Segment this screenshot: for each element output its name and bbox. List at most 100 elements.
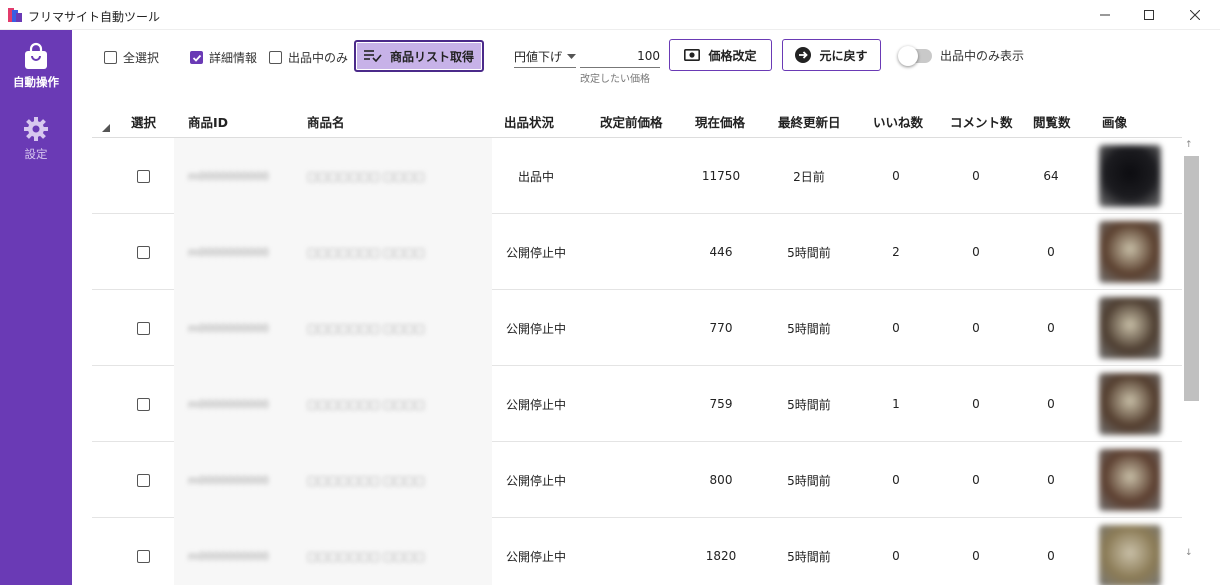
product-thumbnail[interactable] (1099, 221, 1161, 283)
checkbox-box (104, 51, 117, 64)
sidebar: 自動操作 設定 (0, 30, 72, 585)
likes-cell: 2 (892, 245, 900, 259)
current-price-cell: 759 (709, 397, 733, 411)
row-select-checkbox[interactable] (129, 290, 157, 366)
item-id-cell: m0000000000 (188, 473, 269, 487)
current-price-cell: 11750 (701, 169, 741, 183)
button-label: 元に戻す (819, 48, 868, 63)
item-name-cell: □□□□□□□ □□□□ (307, 549, 425, 563)
before-price-cell (582, 214, 680, 290)
maximize-icon (1144, 10, 1154, 20)
revise-price-button[interactable]: 価格改定 (669, 39, 772, 71)
status-cell: 公開停止中 (505, 549, 566, 564)
comments-cell: 0 (972, 321, 980, 335)
checkbox-box (136, 321, 150, 335)
last-updated-cell: 5時間前 (787, 397, 831, 412)
scrollbar-thumb[interactable] (1184, 156, 1199, 401)
listed-only-checkbox[interactable]: 出品中のみ (269, 49, 348, 66)
sidebar-item-settings[interactable]: 設定 (0, 116, 72, 162)
views-cell: 0 (1047, 245, 1055, 259)
likes-cell: 0 (892, 321, 900, 335)
last-updated-cell: 2日前 (793, 169, 825, 184)
table-row[interactable]: m0000000000 □□□□□□□ □□□□ 公開停止中 1820 5時間前 0 0 0 (92, 518, 1182, 585)
scroll-down-arrow-icon[interactable]: ↓ (1185, 548, 1193, 558)
image-cell (1090, 366, 1170, 442)
table-row[interactable]: m0000000000 □□□□□□□ □□□□ 公開停止中 800 5時間前 0 0 0 (92, 442, 1182, 518)
table-row[interactable]: m0000000000 □□□□□□□ □□□□ 公開停止中 759 5時間前 1 0 0 (92, 366, 1182, 442)
column-header-status[interactable]: 出品状況 (504, 112, 554, 131)
window-title: フリマサイト自動ツール (28, 10, 161, 24)
column-header-last-updated[interactable]: 最終更新日 (778, 112, 841, 131)
toggle-knob (898, 45, 918, 66)
sidebar-item-auto-operation[interactable]: 自動操作 (0, 42, 72, 90)
product-thumbnail[interactable] (1099, 145, 1161, 207)
sidebar-item-label: 設定 (24, 147, 48, 161)
row-select-checkbox[interactable] (129, 138, 157, 214)
price-input[interactable]: 100 (580, 46, 660, 68)
likes-cell: 0 (892, 473, 900, 487)
comments-cell: 0 (972, 397, 980, 411)
app-logo-icon (8, 8, 22, 22)
check-icon (192, 54, 201, 62)
toggle-track (898, 45, 932, 66)
before-price-cell (582, 366, 680, 442)
image-cell (1090, 442, 1170, 518)
status-cell: 公開停止中 (505, 321, 566, 336)
list-check-icon (363, 50, 382, 62)
row-select-checkbox[interactable] (129, 214, 157, 290)
item-id-cell: m0000000000 (188, 245, 269, 259)
before-price-cell (582, 442, 680, 518)
title-bar: フリマサイト自動ツール (0, 0, 1220, 30)
table-row[interactable]: m0000000000 □□□□□□□ □□□□ 出品中 11750 2日前 0 0 64 (92, 138, 1182, 214)
table-scrollbar[interactable]: ↑ ↓ (1182, 138, 1200, 568)
checkbox-box (136, 549, 150, 563)
column-header-views[interactable]: 閲覧数 (1033, 112, 1071, 131)
column-header-image[interactable]: 画像 (1102, 112, 1127, 131)
checkbox-box (136, 169, 150, 183)
column-header-item-id[interactable]: 商品ID (188, 112, 228, 131)
details-checkbox[interactable]: 詳細情報 (190, 49, 257, 66)
last-updated-cell: 5時間前 (787, 321, 831, 336)
views-cell: 0 (1047, 549, 1055, 563)
product-thumbnail[interactable] (1099, 525, 1161, 585)
show-listed-only-toggle[interactable]: 出品中のみ表示 (898, 45, 1024, 66)
column-header-item-name[interactable]: 商品名 (307, 112, 345, 131)
sort-indicator-icon[interactable] (102, 124, 110, 132)
product-thumbnail[interactable] (1099, 297, 1161, 359)
column-header-likes[interactable]: いいね数 (873, 112, 923, 131)
scroll-up-arrow-icon[interactable]: ↑ (1185, 140, 1193, 150)
views-cell: 64 (1043, 169, 1059, 183)
get-item-list-button[interactable]: 商品リスト取得 (354, 40, 484, 72)
checkbox-box (136, 245, 150, 259)
button-label: 価格改定 (708, 48, 757, 63)
maximize-button[interactable] (1126, 0, 1172, 30)
close-button[interactable] (1172, 0, 1218, 30)
price-mode-select[interactable]: 円値下げ (514, 46, 576, 68)
before-price-cell (582, 290, 680, 366)
row-select-checkbox[interactable] (129, 366, 157, 442)
row-select-checkbox[interactable] (129, 518, 157, 585)
select-all-checkbox[interactable]: 全選択 (104, 49, 159, 66)
column-header-before-price[interactable]: 改定前価格 (600, 112, 663, 131)
dropdown-arrow-icon (567, 53, 576, 59)
column-header-current-price[interactable]: 現在価格 (695, 112, 745, 131)
select-value: 円値下げ (514, 50, 563, 64)
table-row[interactable]: m0000000000 □□□□□□□ □□□□ 公開停止中 770 5時間前 0 0 0 (92, 290, 1182, 366)
item-name-cell: □□□□□□□ □□□□ (307, 397, 425, 411)
current-price-cell: 1820 (705, 549, 737, 563)
column-header-select[interactable]: 選択 (131, 112, 156, 131)
revert-button[interactable]: 元に戻す (782, 39, 881, 71)
minimize-button[interactable] (1082, 0, 1128, 30)
product-thumbnail[interactable] (1099, 449, 1161, 511)
price-input-hint: 改定したい価格 (580, 74, 650, 85)
row-select-checkbox[interactable] (129, 442, 157, 518)
product-table: 選択 商品ID 商品名 出品状況 改定前価格 現在価格 最終更新日 いいね数 コ… (92, 100, 1182, 585)
table-row[interactable]: m0000000000 □□□□□□□ □□□□ 公開停止中 446 5時間前 2 0 0 (92, 214, 1182, 290)
status-cell: 公開停止中 (505, 397, 566, 412)
sidebar-item-label: 自動操作 (13, 75, 59, 89)
likes-cell: 0 (892, 549, 900, 563)
product-thumbnail[interactable] (1099, 373, 1161, 435)
column-header-comments[interactable]: コメント数 (950, 112, 1013, 131)
last-updated-cell: 5時間前 (787, 549, 831, 564)
checkbox-label: 全選択 (123, 51, 160, 65)
